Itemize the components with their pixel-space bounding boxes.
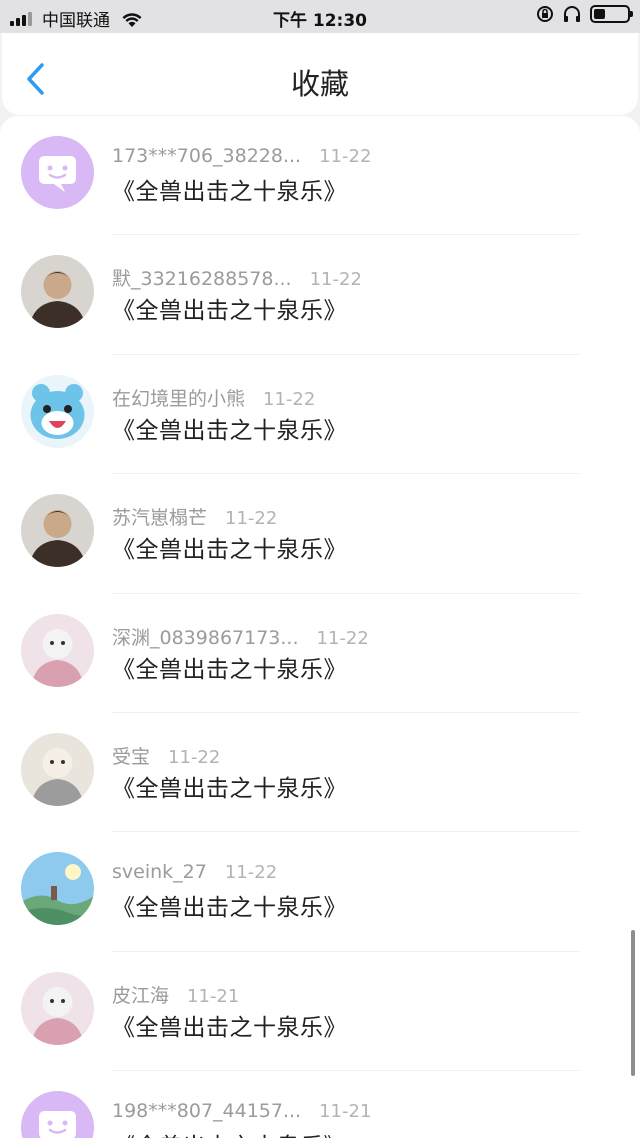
- item-title: 《全兽出击之十泉乐》: [112, 895, 347, 922]
- user-name: 默_33216288578...: [112, 268, 292, 291]
- list-item[interactable]: 默_33216288578... 11-22 《全兽出击之十泉乐》: [0, 235, 640, 355]
- status-bar: 中国联通 下午 12:30: [0, 0, 640, 33]
- avatar[interactable]: [21, 136, 94, 209]
- user-name: 在幻境里的小熊: [112, 387, 246, 410]
- avatar[interactable]: [21, 1091, 94, 1138]
- list-item[interactable]: 深渊_0839867173... 11-22 《全兽出击之十泉乐》: [0, 594, 640, 713]
- item-meta: sveink_27 11-22: [112, 861, 277, 883]
- status-right: [528, 5, 633, 23]
- list-item[interactable]: 173***706_38228... 11-22 《全兽出击之十泉乐》: [0, 116, 640, 236]
- page-title: 收藏: [290, 67, 349, 101]
- user-name: 受宝: [112, 745, 151, 768]
- user-name: 173***706_38228...: [112, 145, 302, 167]
- list-item[interactable]: 受宝 11-22 《全兽出击之十泉乐》: [0, 713, 640, 833]
- item-title: 《全兽出击之十泉乐》: [112, 298, 347, 325]
- item-date: 11-21: [319, 1101, 372, 1123]
- item-title: 《全兽出击之十泉乐》: [112, 417, 347, 444]
- battery-icon: [590, 5, 633, 23]
- list-item[interactable]: 198***807_44157... 11-21 《全兽出击之十泉乐》: [0, 1071, 640, 1138]
- item-meta: 在幻境里的小熊 11-22: [112, 384, 315, 411]
- status-left: 中国联通: [10, 6, 144, 31]
- list-item[interactable]: 皮江海 11-21 《全兽出击之十泉乐》: [0, 952, 640, 1072]
- avatar[interactable]: [21, 971, 94, 1045]
- item-date: 11-21: [187, 985, 240, 1007]
- user-name: 苏汽崽榻芒: [112, 507, 208, 530]
- item-date: 11-22: [168, 746, 221, 768]
- item-meta: 苏汽崽榻芒 11-22: [112, 503, 277, 530]
- avatar[interactable]: [21, 374, 94, 448]
- chevron-left-icon: [27, 63, 44, 95]
- avatar[interactable]: [21, 852, 94, 926]
- item-date: 11-22: [224, 862, 278, 884]
- avatar[interactable]: [21, 613, 94, 687]
- headphones-icon: [564, 6, 580, 22]
- list-item[interactable]: 苏汽崽榻芒 11-22 《全兽出击之十泉乐》: [0, 474, 640, 594]
- avatar[interactable]: [21, 494, 94, 568]
- item-meta: 默_33216288578... 11-22: [112, 264, 362, 291]
- item-title: 《全兽出击之十泉乐》: [112, 775, 347, 802]
- navigation-bar: 收藏: [2, 33, 638, 115]
- item-meta: 173***706_38228... 11-22: [112, 145, 371, 167]
- user-name: 深渊_0839867173...: [112, 626, 299, 649]
- item-title: 《全兽出击之十泉乐》: [112, 537, 347, 564]
- item-date: 11-22: [316, 627, 369, 649]
- item-date: 11-22: [225, 508, 278, 530]
- back-button[interactable]: [22, 61, 52, 97]
- avatar[interactable]: [21, 732, 94, 806]
- user-name: sveink_27: [112, 861, 207, 884]
- scrollbar[interactable]: [631, 930, 635, 1076]
- item-meta: 198***807_44157... 11-21: [112, 1100, 371, 1122]
- item-title: 《全兽出击之十泉乐》: [112, 656, 347, 683]
- carrier-label: 中国联通: [42, 11, 110, 31]
- list-item[interactable]: 在幻境里的小熊 11-22 《全兽出击之十泉乐》: [0, 355, 640, 475]
- wifi-icon: [122, 12, 142, 27]
- item-date: 11-22: [309, 269, 362, 291]
- item-title: 《全兽出击之十泉乐》: [112, 1014, 347, 1041]
- item-meta: 深渊_0839867173... 11-22: [112, 623, 369, 650]
- item-meta: 受宝 11-22: [112, 742, 220, 769]
- item-date: 11-22: [319, 146, 372, 167]
- signal-icon: [10, 11, 34, 26]
- orientation-lock-icon: [537, 6, 553, 22]
- item-title: 《全兽出击之十泉乐》: [112, 179, 347, 205]
- favorites-list: 173***706_38228... 11-22 《全兽出击之十泉乐》 默_33216…: [0, 116, 640, 1138]
- item-meta: 皮江海 11-21: [112, 981, 239, 1008]
- user-name: 198***807_44157...: [112, 1100, 302, 1123]
- avatar[interactable]: [21, 255, 94, 329]
- user-name: 皮江海: [112, 984, 170, 1007]
- list-item[interactable]: sveink_27 11-22 《全兽出击之十泉乐》: [0, 832, 640, 952]
- item-title: 《全兽出击之十泉乐》: [112, 1127, 347, 1138]
- item-date: 11-22: [263, 388, 316, 410]
